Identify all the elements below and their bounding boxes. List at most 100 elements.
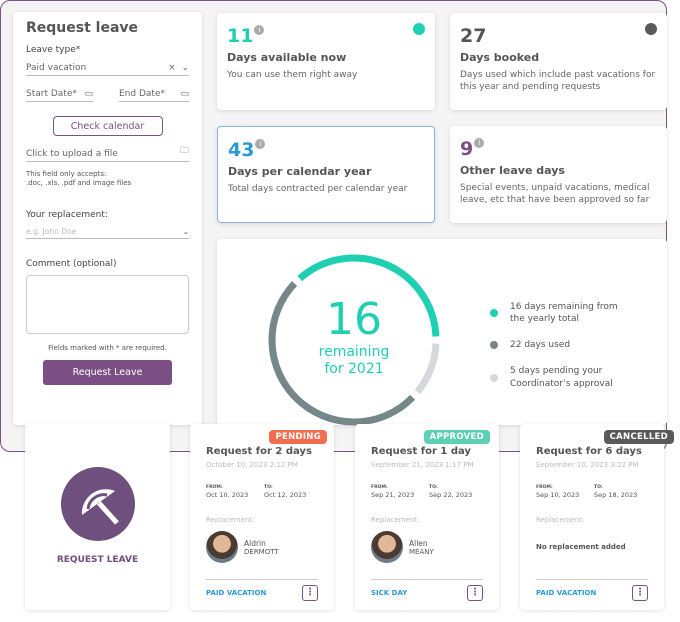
comment-label: Comment (optional): [26, 259, 117, 270]
stat-desc: Total days contracted per calendar year: [228, 184, 408, 194]
remaining-chart-panel: 16 remaining for 2021 16 days remaining …: [217, 239, 667, 426]
request-leave-form: Request leave Leave type* Paid vacation …: [13, 12, 202, 425]
upload-file-field[interactable]: Click to upload a file 🗀: [26, 146, 189, 162]
start-date-label: Start Date*: [26, 89, 77, 99]
replacement-first-name: Allen: [409, 538, 428, 548]
replacement-select[interactable]: e.g. John Doe ⌄: [26, 223, 189, 240]
to-label: TO:: [429, 485, 438, 490]
check-calendar-button[interactable]: Check calendar: [52, 116, 163, 136]
from-label: FROM:: [206, 485, 223, 490]
from-date: Sep 10, 2023: [536, 491, 580, 499]
center-label-year: for 2021: [324, 361, 384, 377]
end-date-field[interactable]: End Date* ▭: [119, 86, 189, 102]
replacement-last-name: DERMOTT: [244, 547, 279, 556]
to-date: Sep 18, 2023: [594, 491, 638, 499]
calendar-icon[interactable]: ▭: [84, 89, 93, 99]
info-icon[interactable]: i: [474, 138, 485, 148]
avatar: [371, 531, 403, 563]
request-created-date: September 21, 2023 1:17 PM: [371, 461, 474, 469]
info-icon[interactable]: i: [254, 25, 265, 35]
leave-type-value: Paid vacation: [26, 63, 87, 73]
stat-desc: You can use them right away: [227, 70, 358, 80]
replacement-person: Aldrin DERMOTT: [206, 530, 322, 564]
legend-swatch: [490, 341, 498, 350]
request-title: Request for 6 days: [536, 446, 642, 457]
replacement-last-name: MEANY: [409, 547, 434, 556]
to-label: TO:: [594, 485, 603, 490]
leave-type-select[interactable]: Paid vacation × ⌄: [26, 60, 189, 76]
center-label: remaining: [318, 344, 390, 360]
folder-icon[interactable]: 🗀: [180, 143, 189, 159]
comment-textarea[interactable]: [26, 275, 189, 335]
more-options-icon[interactable]: ⋮: [632, 585, 648, 601]
stat-desc: Days used which include past vacations f…: [460, 70, 656, 93]
umbrella-icon: [60, 467, 135, 541]
request-leave-submit-button[interactable]: Request Leave: [43, 360, 172, 386]
required-note: Fields marked with * are required.: [48, 344, 167, 353]
calendar-icon[interactable]: ▭: [180, 89, 189, 99]
legend-label: 5 days pending your Coordinator’s approv…: [510, 366, 613, 389]
stat-value: 43: [228, 139, 255, 161]
more-options-icon[interactable]: ⋮: [467, 585, 483, 601]
request-created-date: September 10, 2023 3:22 PM: [536, 461, 639, 469]
request-leave-tile[interactable]: REQUEST LEAVE: [25, 423, 170, 610]
request-title: Request for 2 days: [206, 446, 312, 457]
upload-label: Click to upload a file: [26, 149, 118, 159]
replacement-first-name: Aldrin: [244, 538, 266, 548]
info-icon[interactable]: i: [255, 139, 266, 149]
replacement-label: Replacement:: [536, 516, 585, 524]
leave-request-card: Request for 1 day September 21, 2023 1:1…: [355, 424, 499, 610]
to-date: Sep 22, 2023: [429, 491, 473, 499]
replacement-label: Your replacement:: [26, 210, 108, 221]
from-date: Oct 10, 2023: [206, 491, 249, 499]
stat-title: Days available now: [227, 51, 347, 64]
leave-type-link[interactable]: PAID VACATION: [536, 589, 596, 597]
request-title: Request for 1 day: [371, 446, 471, 457]
stat-days-booked: 27 Days booked Days used which include p…: [450, 13, 667, 110]
legend-label: 22 days used: [510, 340, 571, 351]
legend-item-pending: 5 days pending your Coordinator’s approv…: [490, 365, 630, 389]
status-badge: CANCELLED: [603, 430, 674, 444]
replacement-label: Replacement:: [206, 516, 255, 524]
replacement-label: Replacement:: [371, 516, 420, 524]
clear-icon[interactable]: ×: [168, 63, 176, 73]
avatar: [206, 531, 238, 563]
stat-desc: Special events, unpaid vacations, medica…: [460, 183, 650, 206]
legend-label: 16 days remaining from the yearly total: [510, 302, 618, 325]
chevron-down-icon[interactable]: ⌄: [181, 63, 189, 73]
status-dot: [645, 23, 657, 35]
center-value: 16: [326, 294, 382, 345]
from-label: FROM:: [536, 485, 553, 490]
leave-request-card: Request for 2 days October 10, 2023 2:12…: [190, 424, 334, 610]
stat-days-per-year: 43 i Days per calendar year Total days co…: [217, 126, 435, 223]
status-dot: [413, 23, 425, 35]
status-badge: PENDING: [269, 430, 327, 444]
from-label: FROM:: [371, 485, 388, 490]
stat-value: 9: [460, 138, 474, 160]
replacement-placeholder: e.g. John Doe: [26, 227, 77, 237]
to-date: Oct 12, 2023: [264, 491, 307, 499]
stat-days-available: 11 i Days available now You can use them …: [217, 13, 435, 110]
form-title: Request leave: [26, 20, 139, 36]
stat-value: 27: [460, 25, 487, 47]
legend-swatch: [490, 373, 498, 382]
upload-hint-formats: .doc, .xls, .pdf and image files: [26, 179, 132, 188]
to-label: TO:: [264, 485, 273, 490]
start-date-field[interactable]: Start Date* ▭: [26, 86, 93, 102]
upload-hint: This field only accepts:: [26, 170, 107, 178]
request-leave-tile-label: REQUEST LEAVE: [56, 555, 139, 565]
from-date: Sep 21, 2023: [371, 491, 415, 499]
stat-other-leave: 9i Other leave days Special events, unpa…: [450, 126, 667, 223]
replacement-person: Allen MEANY: [371, 530, 487, 564]
leave-type-link[interactable]: SICK DAY: [371, 589, 407, 597]
no-replacement: No replacement added: [536, 543, 626, 551]
leave-type-link[interactable]: PAID VACATION: [206, 589, 266, 597]
stat-title: Days booked: [460, 51, 540, 64]
stat-value: 11: [227, 25, 254, 47]
more-options-icon[interactable]: ⋮: [302, 585, 318, 601]
chart-legend: 16 days remaining from the yearly total …: [490, 301, 630, 404]
chevron-down-icon[interactable]: ⌄: [183, 227, 189, 236]
leave-type-label: Leave type*: [26, 45, 81, 55]
legend-item-remaining: 16 days remaining from the yearly total: [490, 301, 630, 325]
end-date-label: End Date*: [119, 89, 165, 99]
